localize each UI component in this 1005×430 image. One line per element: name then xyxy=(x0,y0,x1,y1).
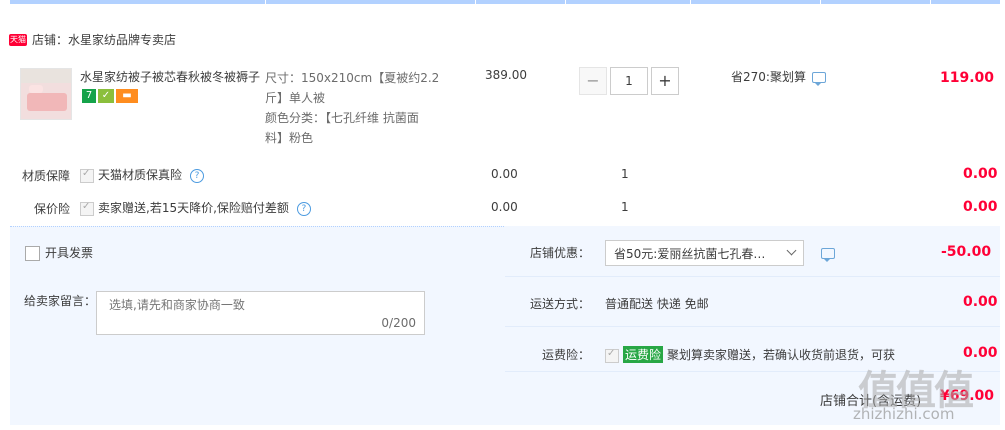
message-char-count: 0/200 xyxy=(381,316,416,330)
divider xyxy=(505,276,1000,277)
promo-text: 省270:聚划算 xyxy=(731,70,806,84)
sku-size: 尺寸：150x210cm【夏被约2.2 xyxy=(265,71,440,85)
quantity-input[interactable]: 1 xyxy=(610,67,648,95)
increase-button[interactable]: + xyxy=(651,67,679,95)
message-label: 给卖家留言： xyxy=(24,294,97,308)
service-total: 0.00 xyxy=(963,166,998,182)
service-price: 0.00 xyxy=(491,200,518,214)
store-discount-value: 省50元:爱丽丝抗菌七孔春秋被 xyxy=(614,247,774,261)
service-total: 0.00 xyxy=(963,199,998,215)
credit-card-icon: ▬ xyxy=(116,89,138,103)
service-qty: 1 xyxy=(621,200,629,214)
shipping-insurance-tag: 运费险 xyxy=(623,346,664,363)
sku-info: 尺寸：150x210cm【夏被约2.2 斤】单人被 颜色分类：【七孔纤维 抗菌面… xyxy=(265,68,450,148)
seller-message-input[interactable] xyxy=(107,297,411,313)
item-total: 119.00 xyxy=(940,70,995,86)
promo-info: 省270:聚划算 xyxy=(731,68,826,86)
discount-total: -50.00 xyxy=(941,244,992,260)
header-strip xyxy=(10,0,1000,4)
chat-icon[interactable] xyxy=(821,248,835,262)
shipping-total: 0.00 xyxy=(963,294,998,310)
price-protection-option: 卖家赠送,若15天降价,保险赔付差额? xyxy=(80,199,311,216)
help-icon[interactable]: ? xyxy=(296,201,311,216)
price-protection-label: 保价险 xyxy=(34,202,71,216)
invoice-option[interactable]: 开具发票 xyxy=(25,244,93,261)
shield-icon: ✓ xyxy=(98,89,114,103)
invoice-label: 开具发票 xyxy=(45,246,94,260)
service-price: 0.00 xyxy=(491,167,518,181)
unit-price: 389.00 xyxy=(485,68,527,82)
decrease-button[interactable]: − xyxy=(579,67,607,95)
store-discount-select[interactable]: 省50元:爱丽丝抗菌七孔春秋被 xyxy=(605,240,804,266)
help-icon[interactable]: ? xyxy=(190,168,205,183)
price-protection-checkbox[interactable] xyxy=(80,201,94,216)
service-badges: 7 ✓ ▬ xyxy=(82,89,140,103)
shipping-method: 普通配送 快递 免邮 xyxy=(605,297,709,311)
tmall-badge: 天猫 xyxy=(9,34,27,46)
shipping-insurance-label: 运费险： xyxy=(542,348,591,362)
product-thumbnail[interactable] xyxy=(20,68,72,120)
sku-color-cont: 料】粉色 xyxy=(265,131,314,145)
product-title-link[interactable]: 水星家纺被子被芯春秋被冬被褥子 xyxy=(80,68,262,85)
chevron-down-icon xyxy=(786,245,797,256)
sku-color: 颜色分类：【七孔纤维 抗菌面 xyxy=(265,111,419,125)
store-discount-label: 店铺优惠： xyxy=(530,246,591,260)
seven-day-return-icon: 7 xyxy=(82,89,96,103)
sku-size-cont: 斤】单人被 xyxy=(265,91,326,105)
material-guarantee-option: 天猫材质保真险? xyxy=(80,166,205,183)
store-name-link[interactable]: 店铺：水星家纺品牌专卖店 xyxy=(32,31,176,48)
invoice-checkbox[interactable] xyxy=(25,246,40,261)
service-qty: 1 xyxy=(621,167,629,181)
watermark-url: zhizhizhi.com xyxy=(853,405,955,423)
material-guarantee-text: 天猫材质保真险 xyxy=(98,168,183,182)
price-protection-text: 卖家赠送,若15天降价,保险赔付差额 xyxy=(98,201,289,215)
shipping-label: 运送方式： xyxy=(530,297,591,311)
seller-message-box: 0/200 xyxy=(96,291,425,335)
divider xyxy=(505,326,1000,327)
quantity-stepper: −1 + xyxy=(579,67,679,95)
material-guarantee-label: 材质保障 xyxy=(22,169,71,183)
material-guarantee-checkbox[interactable] xyxy=(80,168,94,183)
chat-icon[interactable] xyxy=(811,72,826,86)
shipping-insurance-checkbox[interactable] xyxy=(605,348,619,363)
